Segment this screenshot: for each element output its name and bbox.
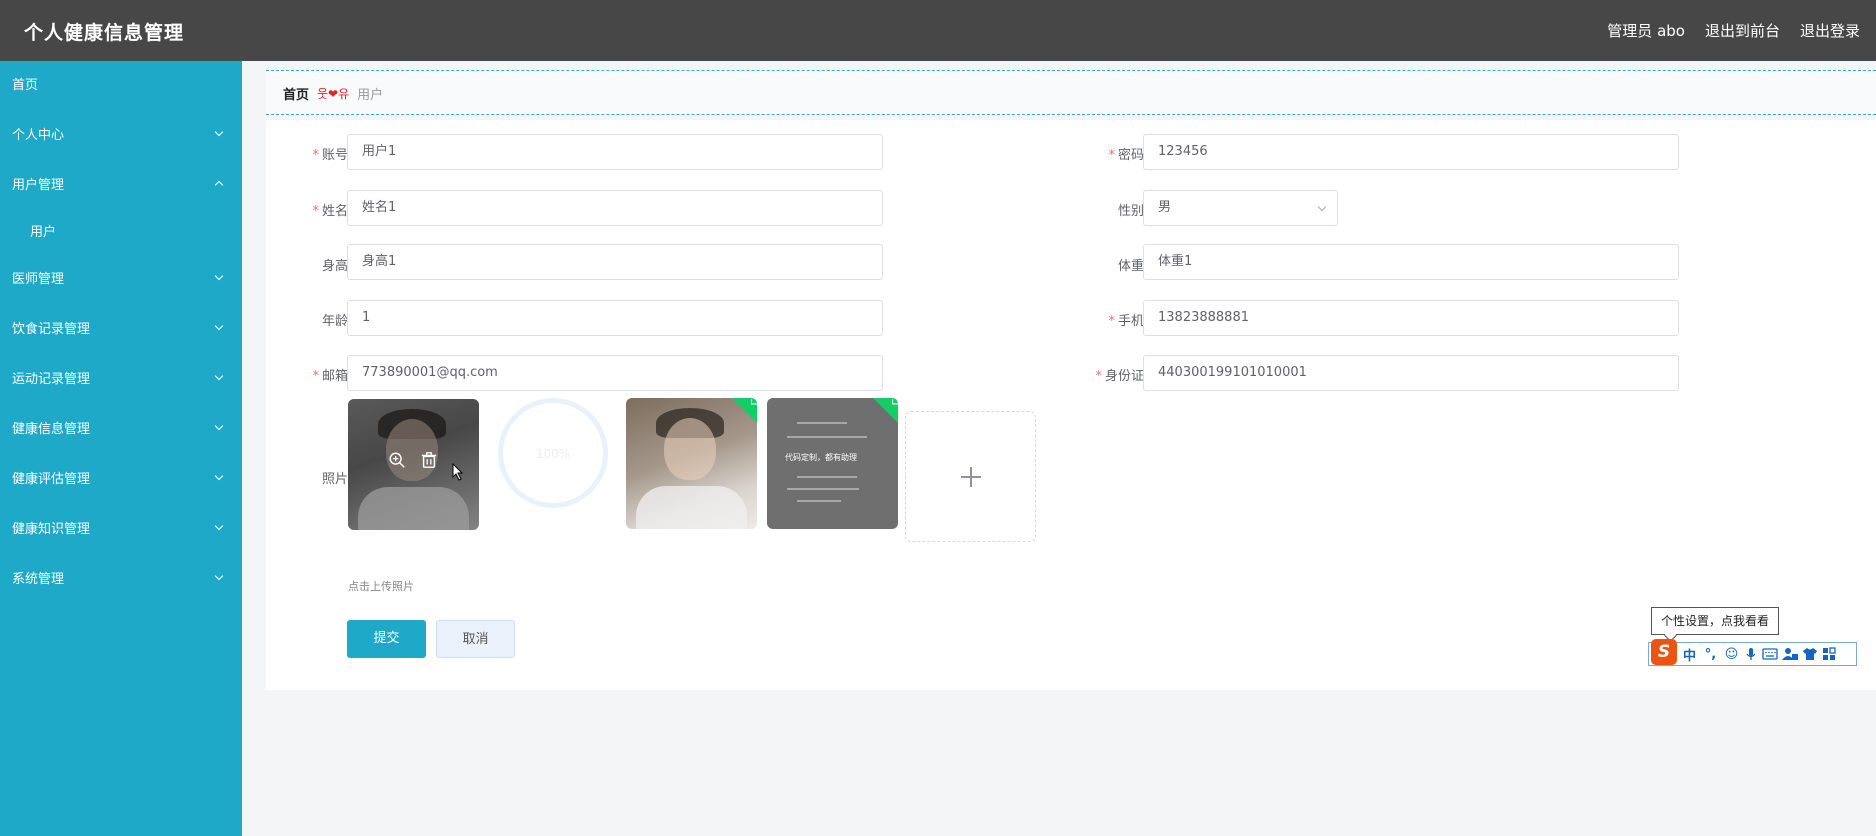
upload-progress-text: 100% bbox=[535, 447, 571, 461]
chevron-down-icon bbox=[216, 555, 222, 605]
upload-progress-ring: 100% bbox=[498, 398, 608, 508]
sidebar-item-health-assessment[interactable]: 健康评估管理 bbox=[0, 455, 242, 505]
delete-icon[interactable] bbox=[420, 451, 438, 469]
sidebar-item-user-management[interactable]: 用户管理 bbox=[0, 161, 242, 211]
sidebar-item-label: 首页 bbox=[12, 78, 39, 93]
toolbox-grid-icon[interactable] bbox=[1822, 647, 1836, 661]
photo-thumbnail[interactable] bbox=[626, 398, 757, 529]
email-input[interactable]: 773890001@qq.com bbox=[347, 355, 883, 391]
sidebar-item-label: 运动记录管理 bbox=[12, 372, 91, 387]
id-card-label: * 身份证 bbox=[1095, 369, 1144, 384]
user-form: * 账号 用户1 * 密码 123456 * 姓名 姓名1 性别 男 身高 身高1 体… bbox=[266, 120, 1876, 690]
id-card-input[interactable]: 440300199101010001 bbox=[1143, 355, 1679, 391]
chevron-down-icon bbox=[216, 355, 222, 405]
photo-label: 照片 bbox=[321, 472, 348, 487]
admin-user-label: 管理员 abo bbox=[1607, 22, 1685, 40]
sidebar-item-label: 健康信息管理 bbox=[12, 422, 91, 437]
password-input[interactable]: 123456 bbox=[1143, 134, 1679, 170]
email-label: * 邮箱 bbox=[312, 369, 348, 384]
phone-input[interactable]: 13823888881 bbox=[1143, 300, 1679, 336]
sidebar-item-personal-center[interactable]: 个人中心 bbox=[0, 111, 242, 161]
age-label: 年龄 bbox=[321, 314, 348, 329]
cancel-button[interactable]: 取消 bbox=[436, 620, 515, 658]
sidebar-item-label: 系统管理 bbox=[12, 572, 65, 587]
ime-settings-tooltip: 个性设置，点我看看 bbox=[1651, 607, 1780, 635]
sidebar-item-health-knowledge[interactable]: 健康知识管理 bbox=[0, 505, 242, 555]
weight-label: 体重 bbox=[1117, 259, 1144, 274]
sidebar-item-label: 用户 bbox=[30, 225, 57, 240]
photo-thumbnail[interactable] bbox=[348, 399, 479, 530]
zoom-in-icon[interactable] bbox=[388, 451, 406, 469]
upload-success-check-icon bbox=[731, 398, 757, 426]
plus-icon bbox=[961, 467, 981, 487]
breadcrumb: 首页 웃❤유 用户 bbox=[283, 84, 383, 103]
sidebar-item-home[interactable]: 首页 bbox=[0, 61, 242, 111]
top-bar: 个人健康信息管理 管理员 abo 退出到前台 退出登录 bbox=[0, 0, 1876, 61]
sidebar-item-user[interactable]: 用户 bbox=[0, 211, 242, 255]
document-caption: 代码定制，都有助理 bbox=[785, 453, 857, 462]
weight-input[interactable]: 体重1 bbox=[1143, 244, 1679, 280]
name-input[interactable]: 姓名1 bbox=[347, 190, 883, 226]
keyboard-icon[interactable] bbox=[1762, 648, 1778, 660]
sidebar-item-label: 健康知识管理 bbox=[12, 522, 91, 537]
chevron-down-icon bbox=[216, 305, 222, 355]
ime-toolbar[interactable]: S 中 °, ☺ bbox=[1648, 639, 1857, 666]
document-thumbnail[interactable]: 代码定制，都有助理 bbox=[767, 398, 898, 529]
upload-photo-button[interactable] bbox=[905, 411, 1036, 542]
phone-label: * 手机 bbox=[1108, 314, 1144, 329]
gender-value: 男 bbox=[1158, 200, 1172, 215]
sidebar-item-system[interactable]: 系统管理 bbox=[0, 555, 242, 605]
punctuation-icon[interactable]: °, bbox=[1702, 647, 1719, 662]
password-label: * 密码 bbox=[1108, 148, 1144, 163]
chevron-up-icon bbox=[216, 161, 222, 211]
upload-success-check-icon bbox=[872, 398, 898, 426]
breadcrumb-current: 用户 bbox=[357, 88, 384, 103]
gender-label: 性别 bbox=[1117, 204, 1144, 219]
photo-actions bbox=[388, 451, 438, 469]
breadcrumb-separator: 웃❤유 bbox=[317, 87, 350, 101]
sidebar-item-label: 用户管理 bbox=[12, 178, 65, 193]
breadcrumb-bar: 首页 웃❤유 用户 bbox=[266, 70, 1876, 115]
sidebar-item-label: 健康评估管理 bbox=[12, 472, 91, 487]
sidebar-item-label: 个人中心 bbox=[12, 128, 65, 143]
age-input[interactable]: 1 bbox=[347, 300, 883, 336]
chevron-down-icon bbox=[216, 111, 222, 161]
upload-tip: 点击上传照片 bbox=[348, 580, 414, 593]
sidebar-item-label: 医师管理 bbox=[12, 272, 65, 287]
user-account-icon[interactable] bbox=[1782, 647, 1798, 661]
sogou-logo-icon[interactable]: S bbox=[1651, 639, 1677, 665]
account-label: * 账号 bbox=[312, 148, 348, 163]
height-label: 身高 bbox=[321, 259, 348, 274]
app-title: 个人健康信息管理 bbox=[24, 22, 185, 44]
name-label: * 姓名 bbox=[312, 204, 348, 219]
logout-link[interactable]: 退出登录 bbox=[1800, 20, 1860, 41]
ime-mode-toggle[interactable]: 中 bbox=[1681, 645, 1698, 664]
account-input[interactable]: 用户1 bbox=[347, 134, 883, 170]
header-actions: 管理员 abo 退出到前台 退出登录 bbox=[1607, 20, 1860, 41]
emoji-icon[interactable]: ☺ bbox=[1723, 647, 1740, 662]
chevron-down-icon bbox=[216, 455, 222, 505]
gender-select[interactable]: 男 bbox=[1143, 190, 1338, 226]
photo-face bbox=[664, 418, 716, 480]
microphone-icon[interactable] bbox=[1744, 647, 1758, 661]
chevron-down-icon bbox=[216, 505, 222, 555]
sidebar-item-exercise-records[interactable]: 运动记录管理 bbox=[0, 355, 242, 405]
sidebar-item-doctor-management[interactable]: 医师管理 bbox=[0, 255, 242, 305]
submit-button[interactable]: 提交 bbox=[347, 620, 426, 658]
exit-to-front-link[interactable]: 退出到前台 bbox=[1705, 20, 1780, 41]
sidebar-item-label: 饮食记录管理 bbox=[12, 322, 91, 337]
chevron-down-icon bbox=[216, 255, 222, 305]
skin-shirt-icon[interactable] bbox=[1802, 647, 1818, 661]
sidebar: 首页 个人中心 用户管理 用户 医师管理 饮食记录管理 运动记录管理 健康信息管… bbox=[0, 61, 242, 836]
mouse-cursor-icon bbox=[452, 463, 464, 481]
height-input[interactable]: 身高1 bbox=[347, 244, 883, 280]
breadcrumb-home[interactable]: 首页 bbox=[283, 84, 309, 103]
chevron-down-icon bbox=[216, 405, 222, 455]
chevron-down-icon bbox=[1317, 202, 1327, 212]
sidebar-item-health-info[interactable]: 健康信息管理 bbox=[0, 405, 242, 455]
photo-shirt bbox=[636, 486, 747, 529]
sidebar-item-diet-records[interactable]: 饮食记录管理 bbox=[0, 305, 242, 355]
